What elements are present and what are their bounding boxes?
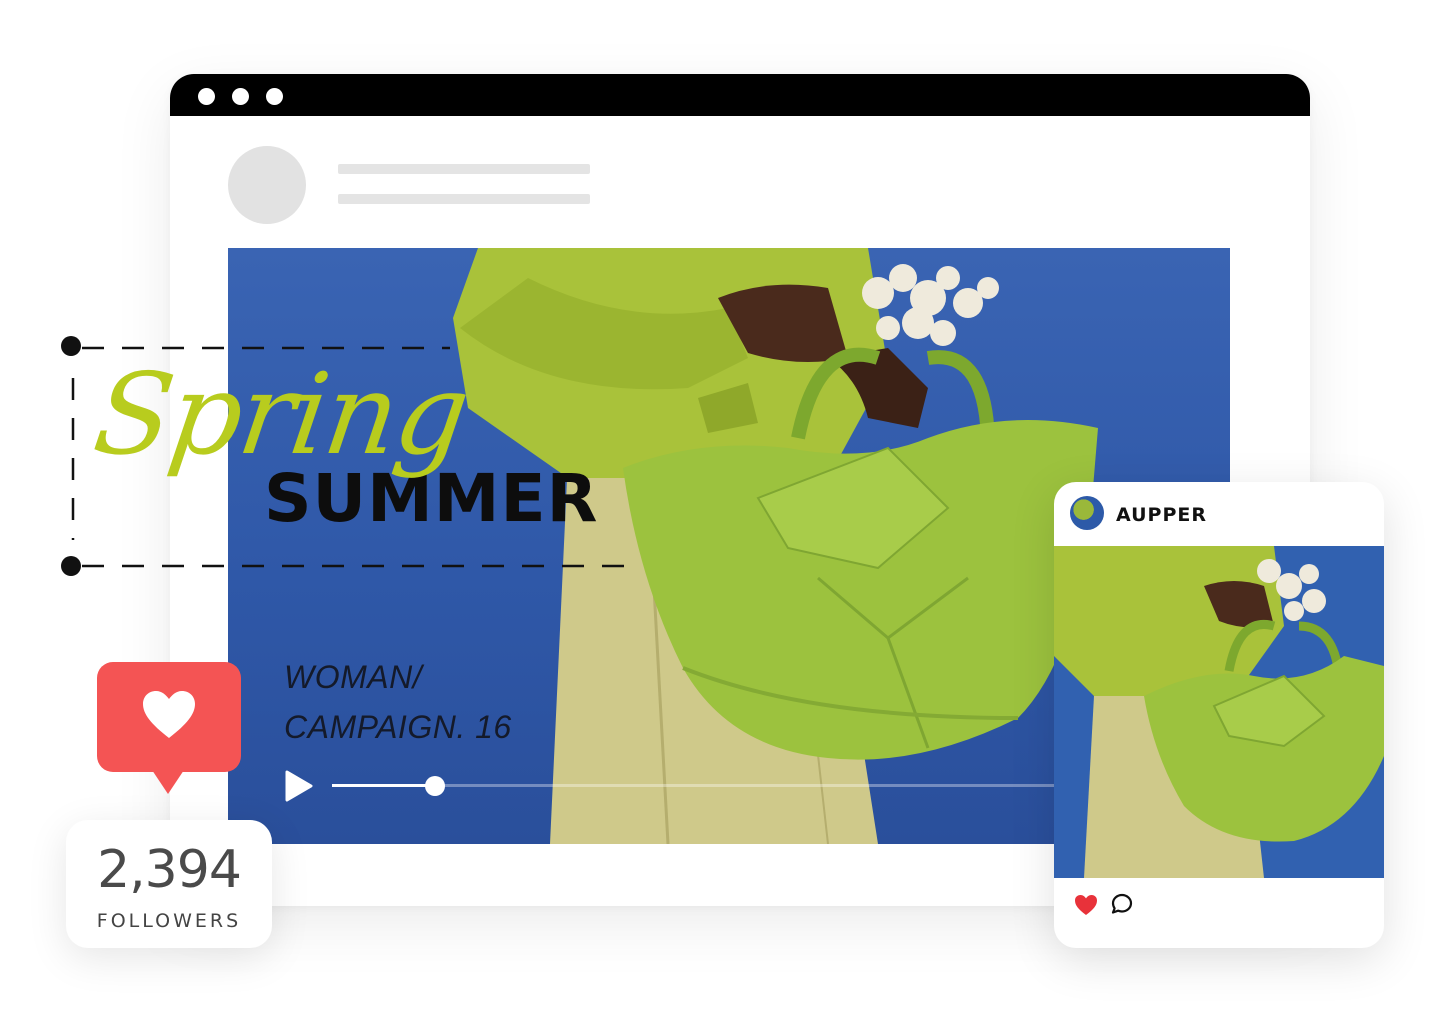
campaign-line-1: WOMAN/	[284, 659, 423, 695]
post-photo	[1054, 546, 1384, 878]
selection-handle-bottom[interactable]	[61, 556, 81, 576]
followers-card: 2,394 FOLLOWERS	[66, 820, 272, 948]
heart-icon	[143, 691, 195, 738]
like-heart-icon[interactable]	[1074, 894, 1098, 916]
post-username[interactable]: AUPPER	[1116, 504, 1207, 526]
post-image[interactable]	[1054, 546, 1384, 878]
campaign-caption: WOMAN/ CAMPAIGN. 16	[284, 652, 512, 752]
browser-title-bar	[170, 74, 1310, 116]
progress-scrubber-handle[interactable]	[425, 776, 445, 796]
window-dot-icon	[232, 88, 249, 105]
placeholder-text-line	[338, 164, 590, 174]
social-post-card[interactable]: AUPPER	[1054, 482, 1384, 948]
campaign-line-2: CAMPAIGN. 16	[284, 709, 512, 745]
comment-icon[interactable]	[1110, 892, 1134, 916]
window-dot-icon	[198, 88, 215, 105]
progress-fill	[332, 784, 435, 787]
window-dot-icon	[266, 88, 283, 105]
followers-label: FOLLOWERS	[96, 910, 242, 932]
script-heading[interactable]: Spring	[87, 350, 475, 480]
placeholder-avatar	[228, 146, 306, 224]
avatar[interactable]	[1070, 496, 1104, 530]
selection-handle-top[interactable]	[61, 336, 81, 356]
followers-count: 2,394	[97, 840, 242, 900]
play-icon[interactable]	[284, 770, 314, 802]
like-bubble-tail	[152, 770, 184, 794]
placeholder-text-line	[338, 194, 590, 204]
